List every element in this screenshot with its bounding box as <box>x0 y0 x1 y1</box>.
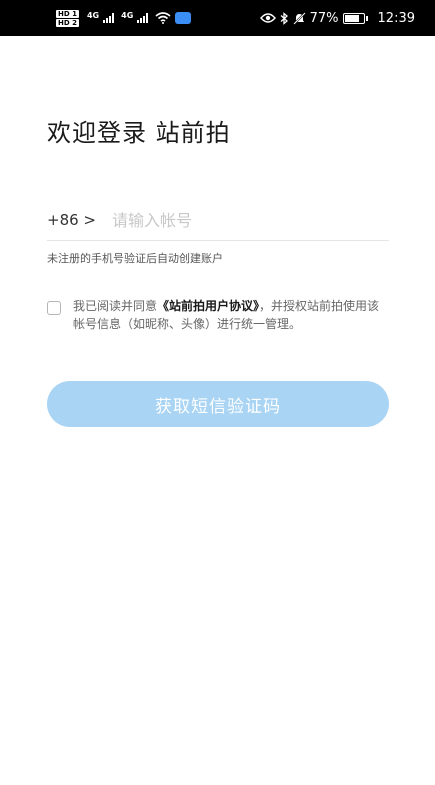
hd-badges: HD 1 HD 2 <box>56 9 79 27</box>
signal-icon <box>137 13 149 23</box>
battery-icon <box>342 12 365 24</box>
network-label-2: 4G <box>121 10 134 20</box>
hd-badge-2: HD 2 <box>56 18 79 27</box>
user-agreement-link[interactable]: 《站前拍用户协议》 <box>157 299 259 313</box>
signal-icon <box>103 13 115 23</box>
wifi-icon <box>155 12 171 24</box>
network-label-1: 4G <box>86 10 100 20</box>
agreement-row: 我已阅读并同意《站前拍用户协议》，并授权站前拍使用该帐号信息（如昵称、头像）进行… <box>47 297 392 333</box>
agreement-prefix: 我已阅读并同意 <box>73 299 158 313</box>
get-sms-code-button[interactable]: 获取短信验证码 <box>47 381 389 427</box>
battery-cap <box>365 15 368 21</box>
page-title: 欢迎登录 站前拍 <box>47 119 231 147</box>
phone-field-row: +86 > <box>47 200 389 241</box>
mute-icon <box>292 11 306 25</box>
eye-icon <box>259 13 276 23</box>
bluetooth-icon <box>280 11 288 25</box>
hd-badge-1: HD 1 <box>56 9 79 18</box>
register-hint: 未注册的手机号验证后自动创建账户 <box>47 252 223 265</box>
clock: 12:39 <box>377 10 415 26</box>
country-code-selector[interactable]: +86 > <box>47 211 112 229</box>
status-bar-right: 77% 12:39 <box>259 10 415 26</box>
status-bar-left: HD 1 HD 2 4G 4G <box>56 9 192 27</box>
agreement-checkbox[interactable] <box>47 301 61 315</box>
battery-percent: 77% <box>309 10 339 26</box>
status-bar: HD 1 HD 2 4G 4G 77% 12:39 <box>0 0 435 36</box>
agreement-text: 我已阅读并同意《站前拍用户协议》，并授权站前拍使用该帐号信息（如昵称、头像）进行… <box>73 297 388 333</box>
phone-input[interactable] <box>112 210 362 230</box>
cloud-icon <box>175 12 192 24</box>
